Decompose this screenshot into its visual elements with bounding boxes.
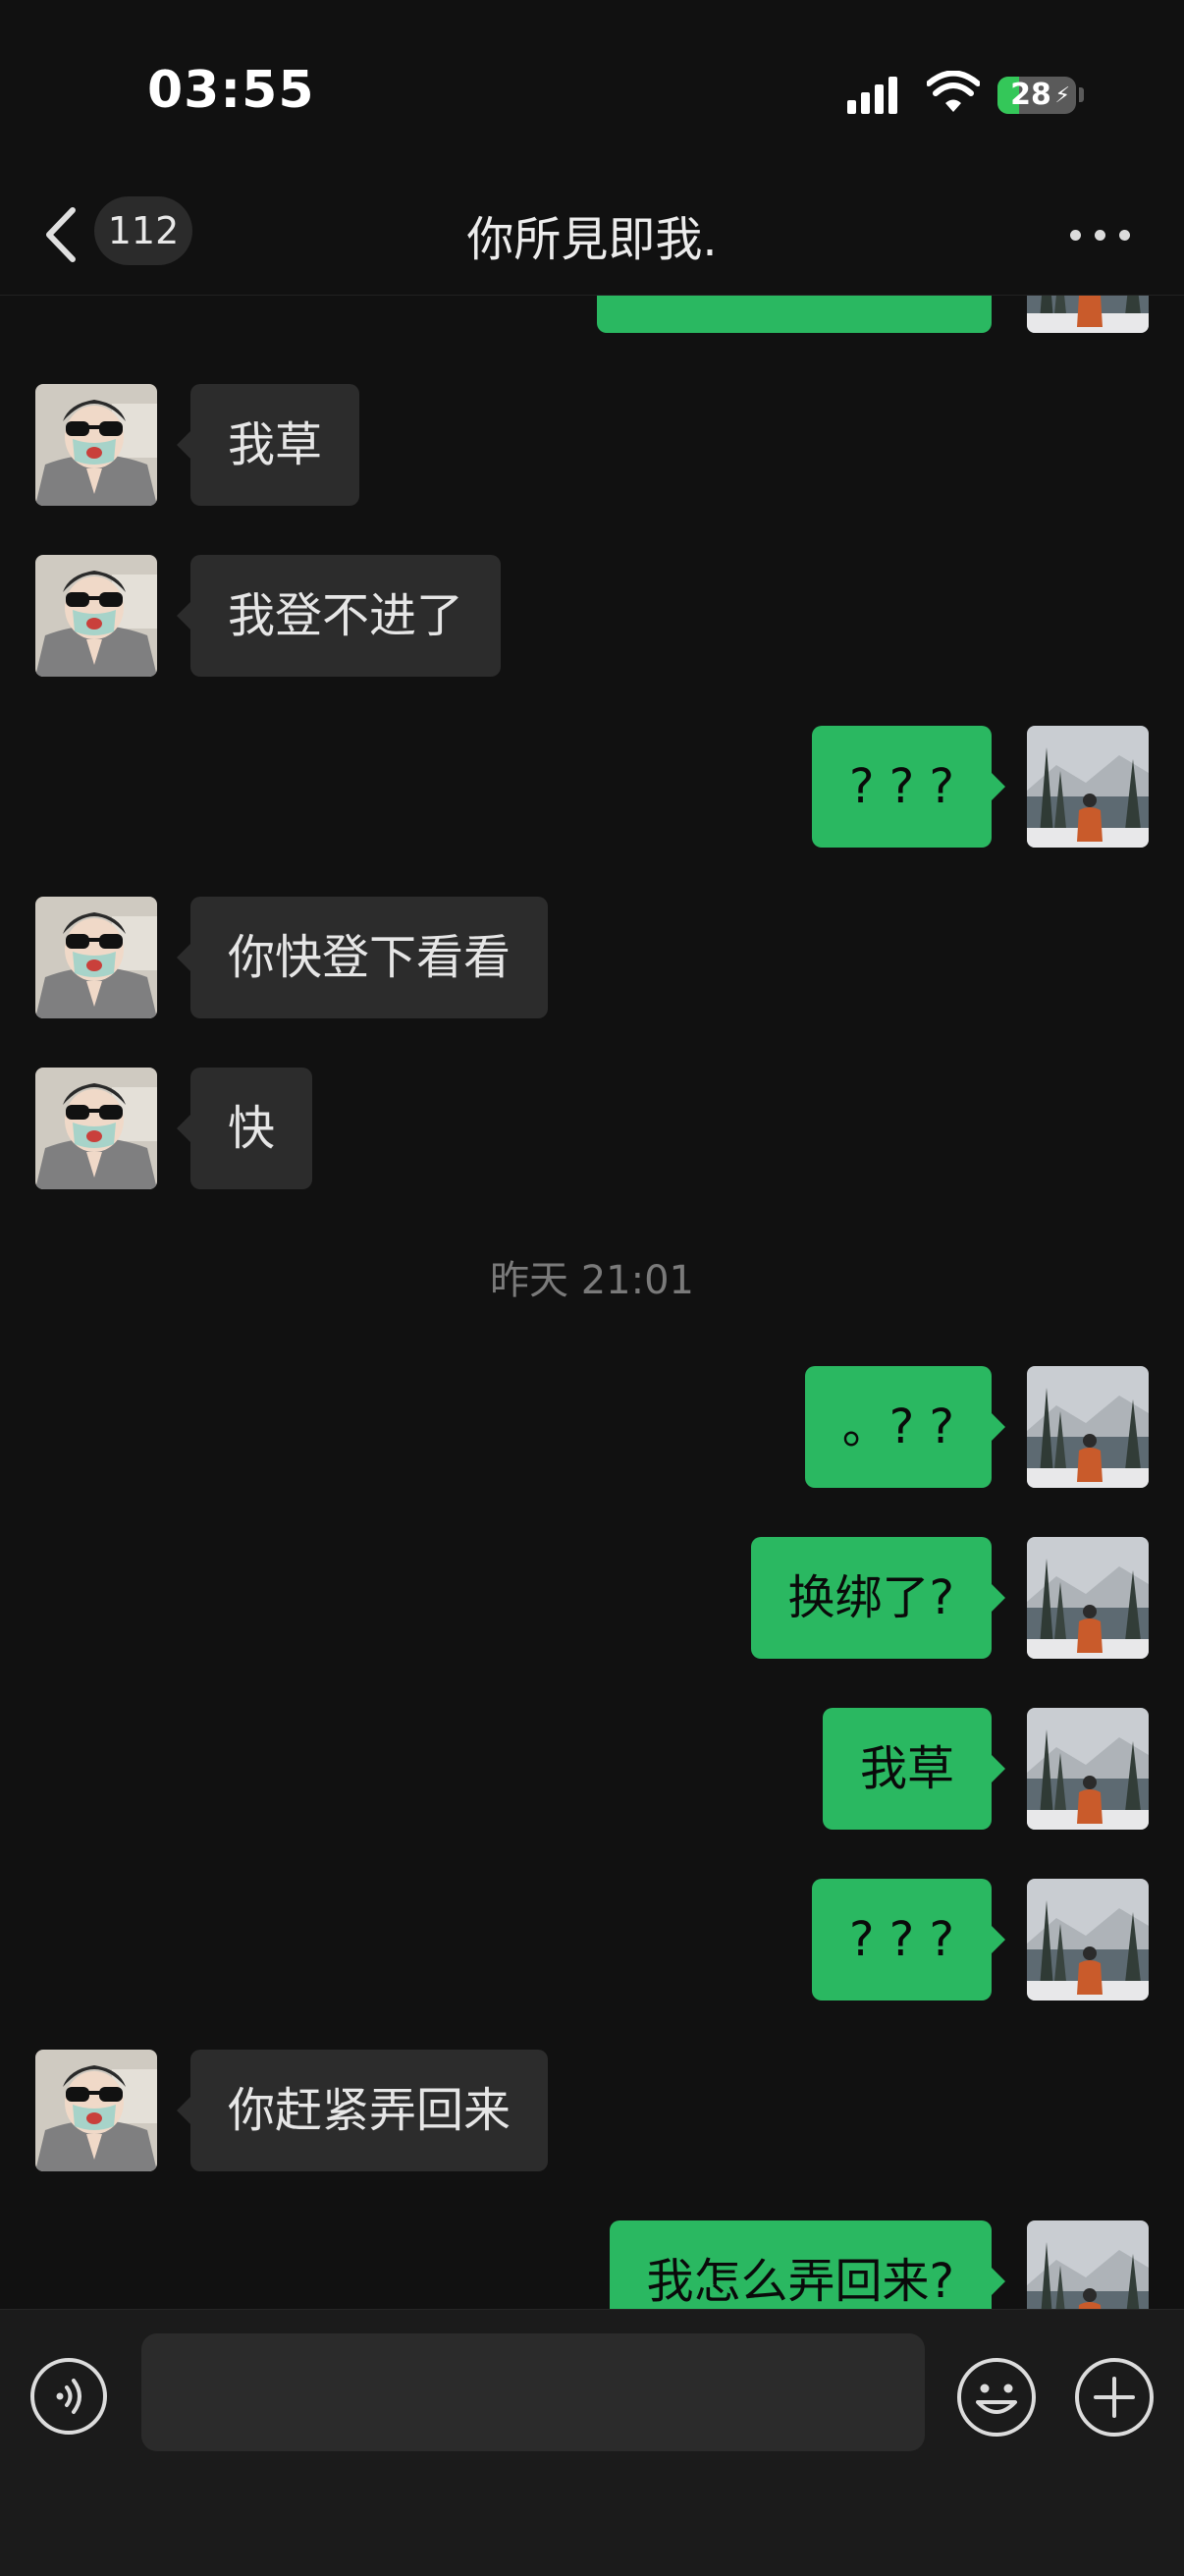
message-bubble[interactable]: 我登不进了	[176, 555, 502, 677]
message-bubble[interactable]: 你赶紧弄回来	[176, 2050, 549, 2171]
my-avatar[interactable]	[1027, 726, 1149, 848]
wifi-icon	[927, 71, 980, 112]
chat-title: 你所見即我.	[466, 212, 718, 267]
status-time: 03:55	[147, 61, 315, 120]
back-unread-count[interactable]: 112	[94, 196, 192, 265]
my-avatar[interactable]	[1027, 1879, 1149, 2001]
message-row-partial	[0, 296, 1184, 333]
incoming-message-row: 快	[0, 1068, 1184, 1189]
outgoing-message-row: 换绑了?	[0, 1537, 1184, 1659]
incoming-message-row: 你快登下看看	[0, 897, 1184, 1018]
contact-avatar[interactable]	[35, 1068, 157, 1189]
timestamp-divider: 昨天 21:01	[490, 1258, 694, 1303]
message-bubble[interactable]: 快	[176, 1068, 313, 1189]
message-bubble[interactable]: 我怎么弄回来?	[609, 2220, 1006, 2309]
message-bubble-partial[interactable]	[597, 296, 992, 333]
incoming-message-row: 我草	[0, 384, 1184, 506]
contact-avatar[interactable]	[35, 384, 157, 506]
message-input[interactable]	[141, 2333, 925, 2451]
my-avatar[interactable]	[1027, 1366, 1149, 1488]
outgoing-message-row: 我怎么弄回来?	[0, 2220, 1184, 2309]
contact-avatar[interactable]	[35, 555, 157, 677]
back-chevron-icon[interactable]	[41, 204, 81, 265]
cellular-signal-icon	[847, 75, 908, 114]
message-bubble[interactable]: 我草	[176, 384, 360, 506]
outgoing-message-row: ? ? ?	[0, 726, 1184, 848]
message-bubble[interactable]: 。? ?	[804, 1366, 1006, 1488]
message-bubble[interactable]: 换绑了?	[750, 1537, 1006, 1659]
message-bubble[interactable]: 我草	[822, 1708, 1006, 1830]
chat-header: 112 你所見即我.	[0, 177, 1184, 296]
message-bubble[interactable]: ? ? ?	[812, 1879, 1005, 2001]
outgoing-message-row: 我草	[0, 1708, 1184, 1830]
battery-cap	[1079, 87, 1084, 102]
message-bubble[interactable]: 你快登下看看	[176, 897, 549, 1018]
incoming-message-row: 你赶紧弄回来	[0, 2050, 1184, 2171]
input-bar	[0, 2309, 1184, 2576]
my-avatar[interactable]	[1027, 2220, 1149, 2309]
more-functions-plus-icon[interactable]	[1074, 2357, 1155, 2438]
incoming-message-row: 我登不进了	[0, 555, 1184, 677]
more-options-icon[interactable]	[1070, 224, 1131, 244]
battery-icon: 28 ⚡	[997, 77, 1076, 114]
my-avatar[interactable]	[1027, 296, 1149, 333]
charging-bolt-icon: ⚡	[1054, 83, 1070, 108]
my-avatar[interactable]	[1027, 1708, 1149, 1830]
my-avatar[interactable]	[1027, 1537, 1149, 1659]
outgoing-message-row: ? ? ?	[0, 1879, 1184, 2001]
emoji-button-icon[interactable]	[956, 2357, 1037, 2438]
message-list[interactable]: 我草 我登不进了? ? ? 你快登下看看快昨天 21:01。? ? 换绑了? 我草? ?…	[0, 296, 1184, 2309]
contact-avatar[interactable]	[35, 2050, 157, 2171]
outgoing-message-row: 。? ?	[0, 1366, 1184, 1488]
message-bubble[interactable]: ? ? ?	[812, 726, 1005, 848]
contact-avatar[interactable]	[35, 897, 157, 1018]
voice-input-button-icon[interactable]	[29, 2357, 108, 2436]
